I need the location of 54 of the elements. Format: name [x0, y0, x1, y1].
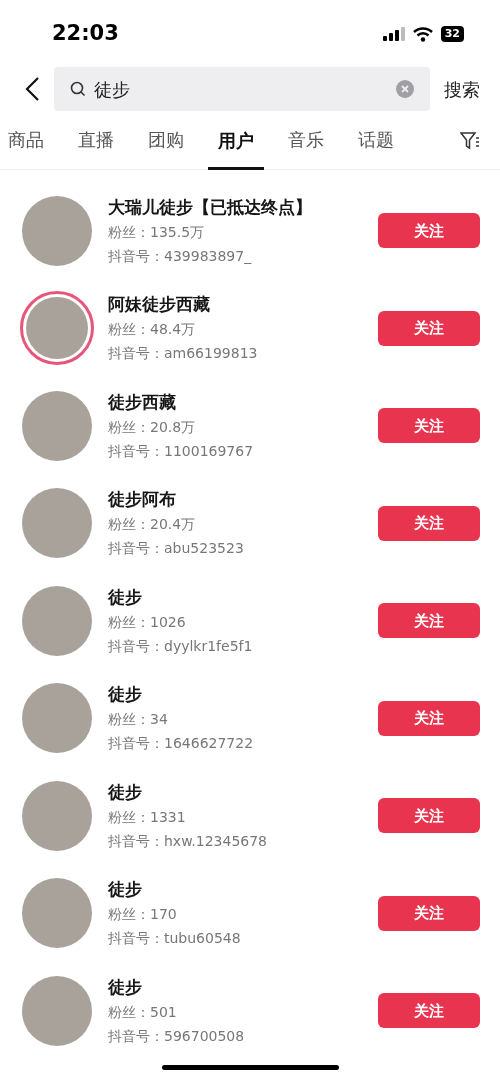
follow-button[interactable]: 关注 — [378, 798, 480, 834]
category-tab[interactable]: 直播 — [78, 111, 114, 170]
user-name: 大瑞儿徒步【已抵达终点】 — [108, 195, 313, 218]
search-icon — [70, 81, 86, 97]
follower-count: 粉丝：20.8万 — [108, 417, 197, 437]
user-id: 抖音号：tubu60548 — [108, 929, 242, 949]
follow-button[interactable]: 关注 — [378, 213, 480, 249]
follower-count: 粉丝：20.4万 — [108, 515, 197, 535]
search-button[interactable]: 搜索 — [444, 75, 480, 103]
follow-button[interactable]: 关注 — [378, 993, 480, 1029]
user-id: 抖音号：596700508 — [108, 1026, 246, 1046]
category-tab[interactable]: 商品 — [8, 111, 44, 170]
user-id: 抖音号：abu523523 — [108, 539, 245, 559]
user-id: 抖音号：hxw.12345678 — [108, 831, 269, 851]
user-name: 徒步 — [108, 683, 143, 706]
follower-count: 粉丝：501 — [108, 1002, 178, 1022]
user-id: 抖音号：1100169767 — [108, 441, 255, 461]
user-name: 阿妹徒步西藏 — [108, 293, 211, 316]
filter-icon[interactable] — [460, 131, 480, 150]
follow-button[interactable]: 关注 — [378, 895, 480, 931]
follower-count: 粉丝：135.5万 — [108, 222, 206, 242]
user-name: 徒步 — [108, 780, 143, 803]
user-name: 徒步 — [108, 585, 143, 608]
category-tab[interactable]: 话题 — [358, 111, 394, 170]
category-tab[interactable]: 用户 — [208, 111, 264, 170]
follow-button[interactable]: 关注 — [378, 603, 480, 639]
follower-count: 粉丝：1026 — [108, 612, 187, 632]
user-name: 徒步西藏 — [108, 390, 177, 413]
user-name: 徒步 — [108, 878, 143, 901]
follower-count: 粉丝：34 — [108, 710, 169, 730]
category-tab[interactable]: 音乐 — [288, 111, 324, 170]
back-icon[interactable] — [24, 76, 40, 102]
user-id: 抖音号：dyylkr1fe5f1 — [108, 636, 254, 656]
follow-button[interactable]: 关注 — [378, 700, 480, 736]
follow-button[interactable]: 关注 — [378, 505, 480, 541]
follow-button[interactable]: 关注 — [378, 310, 480, 346]
category-tab[interactable]: 团购 — [148, 111, 184, 170]
user-id: 抖音号：1646627722 — [108, 734, 255, 754]
user-id: 抖音号：439983897_ — [108, 246, 253, 266]
search-query: 徒步 — [94, 77, 131, 102]
follow-button[interactable]: 关注 — [378, 408, 480, 444]
follower-count: 粉丝：1331 — [108, 807, 187, 827]
clear-icon[interactable] — [396, 80, 414, 98]
user-name: 徒步 — [108, 975, 143, 998]
follower-count: 粉丝：48.4万 — [108, 320, 197, 340]
user-id: 抖音号：am66199813 — [108, 344, 259, 364]
search-field[interactable]: 徒步 — [54, 67, 430, 111]
battery-indicator: 32 — [440, 26, 464, 42]
follower-count: 粉丝：170 — [108, 905, 178, 925]
wifi-icon — [412, 26, 433, 42]
status-time: 22:03 — [52, 20, 119, 48]
user-name: 徒步阿布 — [108, 488, 177, 511]
signal-icon — [382, 27, 405, 41]
avatar[interactable] — [20, 291, 94, 366]
